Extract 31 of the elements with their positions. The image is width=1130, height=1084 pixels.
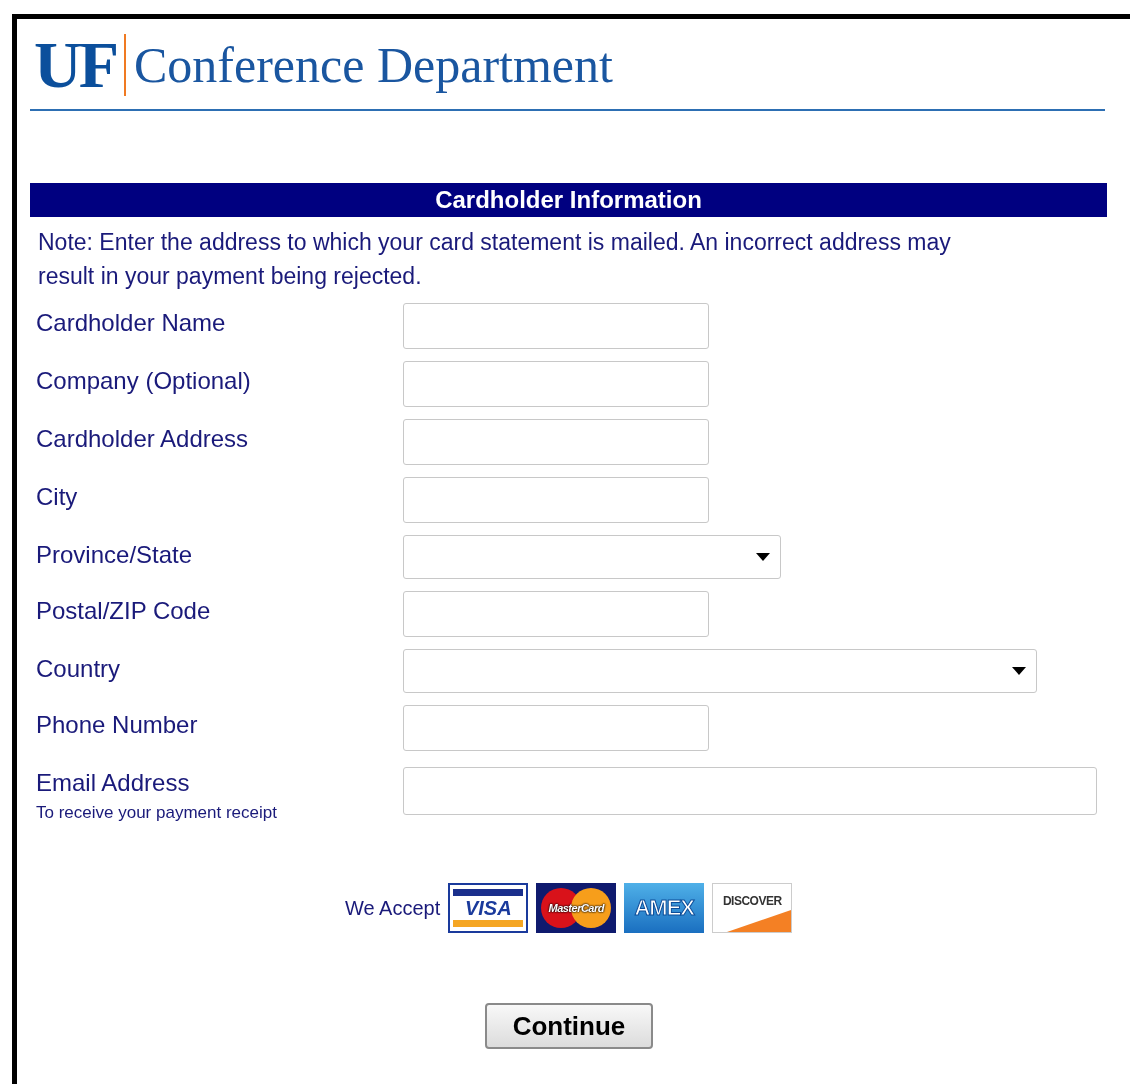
input-field[interactable]: [403, 591, 709, 637]
field-label: Cardholder Name: [36, 309, 227, 337]
section-header: Cardholder Information: [30, 183, 1107, 217]
amex-logo: AMEX: [624, 883, 705, 933]
continue-button[interactable]: Continue: [485, 1003, 653, 1049]
field-label: Postal/ZIP Code: [36, 597, 212, 625]
input-field[interactable]: [403, 705, 709, 751]
note-text: Note: Enter the address to which your card statement is mailed. An incorrect address may result in your payment being rejected.: [38, 228, 952, 291]
input-field[interactable]: [403, 477, 709, 523]
dropdown-field[interactable]: [403, 535, 781, 579]
discover-logo: DISCOVER: [712, 883, 793, 933]
input-field[interactable]: [403, 419, 709, 465]
field-hint: To receive your payment receipt: [36, 803, 278, 823]
dropdown-field[interactable]: [403, 649, 1037, 693]
logo-mark: UF: [34, 32, 116, 98]
field-label: City: [36, 483, 79, 511]
caret-icon: [1012, 667, 1026, 675]
input-field[interactable]: [403, 767, 1097, 815]
logo-divider: [124, 34, 126, 96]
caret-icon: [756, 553, 770, 561]
field-label: Company (Optional): [36, 367, 252, 395]
field-label: Province/State: [36, 541, 194, 569]
input-field[interactable]: [403, 361, 709, 407]
field-label: Email Address: [36, 769, 191, 797]
site-title: Conference Department: [134, 36, 613, 94]
field-label: Phone Number: [36, 711, 199, 739]
field-label: Cardholder Address: [36, 425, 250, 453]
input-field[interactable]: [403, 303, 709, 349]
field-label: Country: [36, 655, 122, 683]
accept-label: We Accept: [345, 896, 441, 920]
visa-logo: VISA: [448, 883, 529, 933]
